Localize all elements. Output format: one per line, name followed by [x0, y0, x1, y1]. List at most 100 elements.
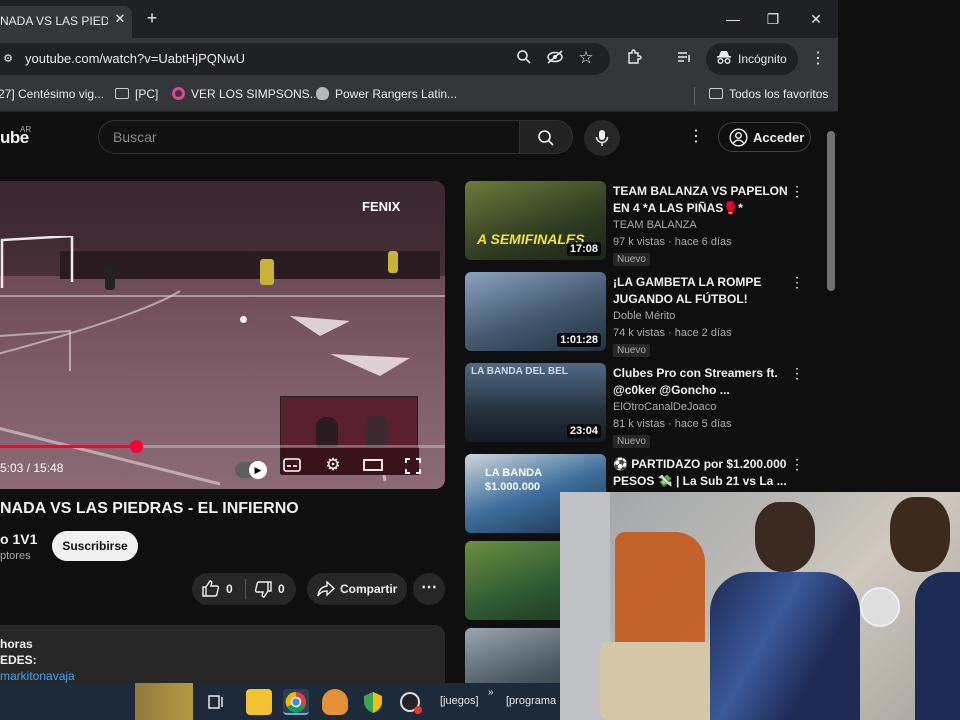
- new-badge: Nuevo: [613, 435, 650, 448]
- site-info-icon[interactable]: ⚙: [0, 49, 18, 69]
- description-box[interactable]: horas EDES: markitonavaja: [0, 625, 445, 683]
- all-bookmarks-label: Todos los favoritos: [729, 87, 829, 101]
- page-scrollbar[interactable]: [827, 131, 835, 291]
- fullscreen-icon[interactable]: [403, 458, 423, 476]
- dislike-button[interactable]: 0: [254, 581, 285, 601]
- share-button[interactable]: Compartir: [307, 573, 407, 605]
- recommendation-item[interactable]: 1:01:28 ¡LA GAMBETA LA ROMPE JUGANDO AL …: [465, 272, 810, 357]
- description-link[interactable]: markitonavaja: [0, 669, 75, 683]
- browser-tab-active[interactable]: NADA VS LAS PIEDR ✕: [0, 6, 132, 38]
- search-button[interactable]: [519, 120, 573, 154]
- description-line-1: horas: [0, 637, 33, 651]
- bookmarks-bar: 27] Centésimo vig... [PC] VER LOS SIMPSO…: [0, 80, 838, 112]
- progress-scrubber[interactable]: [129, 440, 143, 453]
- channel-name[interactable]: o 1V1: [0, 531, 37, 547]
- taskbar-overflow-icon[interactable]: »: [488, 687, 494, 698]
- video-thumbnail[interactable]: LA BANDA DEL BEL 23:04: [465, 363, 606, 442]
- bookmark-1[interactable]: 27] Centésimo vig...: [0, 87, 104, 101]
- incognito-label: Incógnito: [738, 52, 787, 66]
- search-input[interactable]: Buscar: [98, 120, 520, 154]
- subtitles-icon[interactable]: [282, 458, 302, 476]
- file-explorer-icon[interactable]: [246, 689, 272, 715]
- minimize-icon[interactable]: —: [722, 8, 744, 30]
- player-figure: [105, 266, 115, 290]
- shield-app-icon[interactable]: [360, 689, 386, 715]
- voice-search-button[interactable]: [584, 120, 620, 156]
- video-duration: 17:08: [566, 242, 601, 256]
- taskbar-folder-programas[interactable]: [programa: [506, 695, 556, 707]
- browser-tab-bar: NADA VS LAS PIEDR ✕ + — ❐ ✕: [0, 0, 838, 38]
- donut-icon: [172, 87, 185, 100]
- video-meta: 81 k vistas · hace 5 días: [613, 418, 732, 430]
- bookmark-simpsons[interactable]: VER LOS SIMPSONS...: [172, 87, 320, 101]
- logo-region: AR: [20, 125, 32, 134]
- recommendation-item[interactable]: LA BANDA DEL BEL 23:04 Clubes Pro con St…: [465, 363, 810, 448]
- url-text[interactable]: youtube.com/watch?v=UabtHjPQNwU: [25, 51, 245, 66]
- video-player[interactable]: FENIX 5:03 / 15:48 ▶ ⚙: [0, 181, 445, 489]
- video-menu-icon[interactable]: ⋮: [790, 274, 804, 291]
- address-bar[interactable]: ⚙ youtube.com/watch?v=UabtHjPQNwU ☆: [0, 43, 610, 75]
- obs-icon[interactable]: [397, 689, 423, 715]
- subscribe-button[interactable]: Suscribirse: [52, 531, 138, 561]
- player-figure: [388, 251, 398, 273]
- like-divider: [245, 579, 246, 599]
- thumbnail-text: LA BANDA DEL BEL: [471, 366, 568, 377]
- bookmark-star-icon[interactable]: ☆: [576, 48, 596, 68]
- all-bookmarks[interactable]: Todos los favoritos: [709, 87, 828, 101]
- task-view-icon[interactable]: [203, 689, 229, 715]
- recommendation-item[interactable]: A SEMIFINALES 17:08 TEAM BALANZA VS PAPE…: [465, 181, 810, 266]
- stadium-banner: [60, 251, 440, 279]
- signin-label: Acceder: [753, 130, 805, 145]
- video-menu-icon[interactable]: ⋮: [790, 456, 804, 473]
- video-thumbnail[interactable]: A SEMIFINALES 17:08: [465, 181, 606, 260]
- like-button[interactable]: 0: [202, 580, 233, 600]
- ball: [240, 316, 247, 323]
- zoom-icon[interactable]: [514, 49, 534, 69]
- bookmark-folder-pc[interactable]: [PC]: [115, 87, 158, 101]
- channel-name[interactable]: TEAM BALANZA: [613, 219, 697, 231]
- new-badge: Nuevo: [613, 253, 650, 266]
- more-actions-button[interactable]: ⋯: [413, 573, 445, 605]
- settings-gear-icon[interactable]: ⚙: [323, 455, 343, 474]
- new-tab-icon[interactable]: +: [142, 8, 162, 28]
- bookmark-power-rangers[interactable]: Power Rangers Latin...: [316, 87, 457, 101]
- video-title[interactable]: ⚽ PARTIDAZO por $1.200.000 PESOS 💸 | La …: [613, 456, 791, 490]
- video-menu-icon[interactable]: ⋮: [790, 365, 804, 382]
- autoplay-toggle[interactable]: ▶: [235, 461, 267, 479]
- signin-button[interactable]: Acceder: [718, 122, 811, 152]
- fl-studio-icon[interactable]: [322, 689, 348, 715]
- like-dislike-group: 0 0: [192, 573, 296, 605]
- media-control-icon[interactable]: [674, 49, 694, 69]
- owl-icon[interactable]: [135, 683, 193, 720]
- pip-person: [316, 417, 338, 447]
- theater-mode-icon[interactable]: [363, 458, 383, 476]
- video-menu-icon[interactable]: ⋮: [790, 183, 804, 200]
- video-title[interactable]: Clubes Pro con Streamers ft. @c0ker @Gon…: [613, 365, 791, 399]
- progress-bar[interactable]: [0, 440, 445, 453]
- thumbnail-text: LA BANDA $1.000.000: [485, 467, 542, 493]
- webcam-person2-shirt: [915, 572, 960, 720]
- channel-name[interactable]: Doble Mérito: [613, 310, 675, 322]
- tracking-protection-icon[interactable]: [545, 49, 565, 69]
- like-count: 0: [226, 582, 233, 596]
- video-title[interactable]: ¡LA GAMBETA LA ROMPE JUGANDO AL FÚTBOL! …: [613, 274, 791, 308]
- time-display: 5:03 / 15:48: [0, 461, 64, 475]
- chrome-icon[interactable]: [283, 689, 309, 715]
- tab-title: NADA VS LAS PIEDR: [0, 14, 108, 28]
- video-title[interactable]: TEAM BALANZA VS PAPELON EN 4 *A LAS PIÑA…: [613, 183, 791, 217]
- share-icon: [317, 581, 335, 597]
- tab-close-icon[interactable]: ✕: [112, 11, 128, 27]
- incognito-indicator[interactable]: Incógnito: [706, 43, 798, 75]
- restore-icon[interactable]: ❐: [762, 8, 784, 30]
- video-duration: 23:04: [566, 424, 601, 438]
- browser-menu-icon[interactable]: ⋮: [808, 49, 828, 69]
- folder-icon: [115, 88, 129, 99]
- video-thumbnail[interactable]: 1:01:28: [465, 272, 606, 351]
- extensions-icon[interactable]: [624, 49, 644, 69]
- taskbar-folder-juegos[interactable]: [juegos]: [440, 695, 479, 707]
- description-line-2: EDES:: [0, 653, 37, 667]
- window-close-icon[interactable]: ✕: [805, 8, 827, 30]
- channel-name[interactable]: ElOtroCanalDeJoaco: [613, 401, 716, 413]
- webcam-chair: [600, 642, 720, 720]
- settings-more-icon[interactable]: ⋮: [686, 126, 706, 146]
